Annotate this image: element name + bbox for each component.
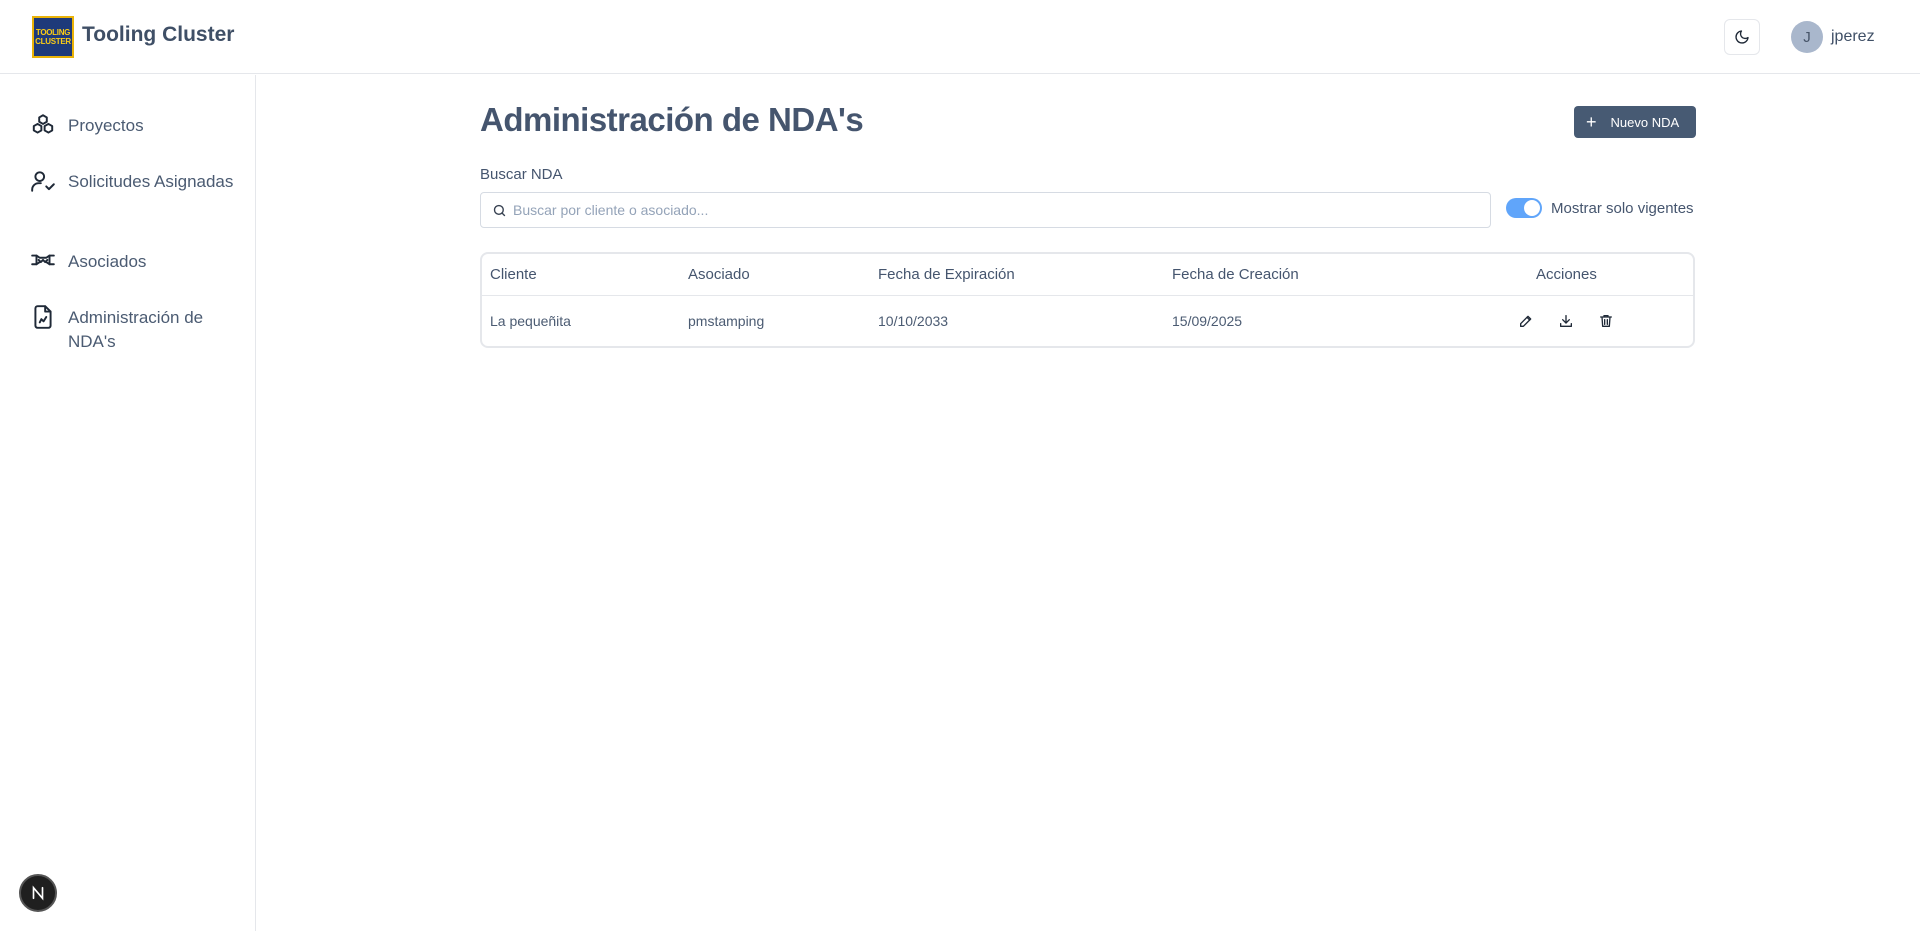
toggle-label: Mostrar solo vigentes bbox=[1551, 200, 1694, 217]
column-header[interactable]: Fecha de Expiración bbox=[878, 266, 1015, 283]
sidebar-item-label: Proyectos bbox=[68, 116, 144, 135]
handshake-icon bbox=[31, 254, 55, 266]
cell-expiracion: 10/10/2033 bbox=[878, 313, 949, 329]
edit-button[interactable] bbox=[1516, 311, 1536, 331]
new-nda-label: Nuevo NDA bbox=[1610, 114, 1680, 130]
download-icon bbox=[1560, 315, 1572, 327]
search-field[interactable] bbox=[480, 192, 1491, 228]
logo-text-line2: CLUSTER bbox=[35, 37, 71, 46]
search-input[interactable] bbox=[513, 193, 1473, 227]
sidebar-item-solicitudes[interactable]: Solicitudes Asignadas bbox=[30, 167, 233, 194]
sidebar-item-label: Asociados bbox=[68, 252, 147, 271]
sidebar-item-nda[interactable]: Administración de NDA's bbox=[30, 303, 203, 351]
app-title[interactable]: Tooling Cluster bbox=[82, 23, 234, 47]
column-header[interactable]: Asociado bbox=[688, 266, 750, 283]
search-label: Buscar NDA bbox=[480, 166, 563, 183]
sidebar-item-asociados[interactable]: Asociados bbox=[30, 247, 146, 274]
cell-asociado: pmstamping bbox=[688, 313, 765, 329]
search-icon bbox=[493, 204, 506, 217]
dev-badge[interactable] bbox=[19, 874, 57, 912]
username[interactable]: jperez bbox=[1831, 28, 1875, 46]
file-signature-icon bbox=[34, 305, 52, 329]
page-title: Administración de NDA's bbox=[480, 101, 864, 138]
projects-icon bbox=[32, 114, 54, 134]
logo-text-line1: TOOLING bbox=[35, 28, 71, 37]
edit-icon bbox=[1520, 315, 1532, 327]
trash-icon bbox=[1600, 315, 1612, 327]
n-logo-icon bbox=[32, 885, 44, 901]
column-header[interactable]: Cliente bbox=[490, 266, 537, 283]
app-logo[interactable]: TOOLING CLUSTER bbox=[32, 16, 74, 58]
sidebar-item-label: Solicitudes Asignadas bbox=[68, 172, 234, 191]
vigentes-toggle[interactable] bbox=[1506, 198, 1542, 218]
cell-cliente: La pequeñita bbox=[490, 313, 571, 329]
moon-icon bbox=[1735, 30, 1749, 44]
user-avatar[interactable]: J bbox=[1791, 21, 1823, 53]
column-header[interactable]: Fecha de Creación bbox=[1172, 266, 1299, 283]
download-button[interactable] bbox=[1556, 311, 1576, 331]
new-nda-button[interactable]: + Nuevo NDA bbox=[1574, 106, 1696, 138]
plus-icon: + bbox=[1586, 112, 1597, 132]
top-header: TOOLING CLUSTER Tooling Cluster J jperez bbox=[0, 0, 1920, 74]
delete-button[interactable] bbox=[1596, 311, 1616, 331]
nda-table: Cliente Asociado Fecha de Expiración Fec… bbox=[480, 252, 1695, 348]
toggle-knob bbox=[1524, 200, 1540, 216]
table-header: Cliente Asociado Fecha de Expiración Fec… bbox=[482, 254, 1693, 296]
sidebar: Proyectos Solicitudes Asignadas Asociado… bbox=[0, 75, 256, 931]
sidebar-item-proyectos[interactable]: Proyectos bbox=[30, 111, 144, 138]
sidebar-item-label: Administración de NDA's bbox=[68, 308, 204, 351]
cell-creacion: 15/09/2025 bbox=[1172, 313, 1243, 329]
column-header: Acciones bbox=[1536, 266, 1597, 283]
user-check-icon bbox=[31, 171, 55, 192]
theme-toggle-button[interactable] bbox=[1724, 19, 1760, 55]
